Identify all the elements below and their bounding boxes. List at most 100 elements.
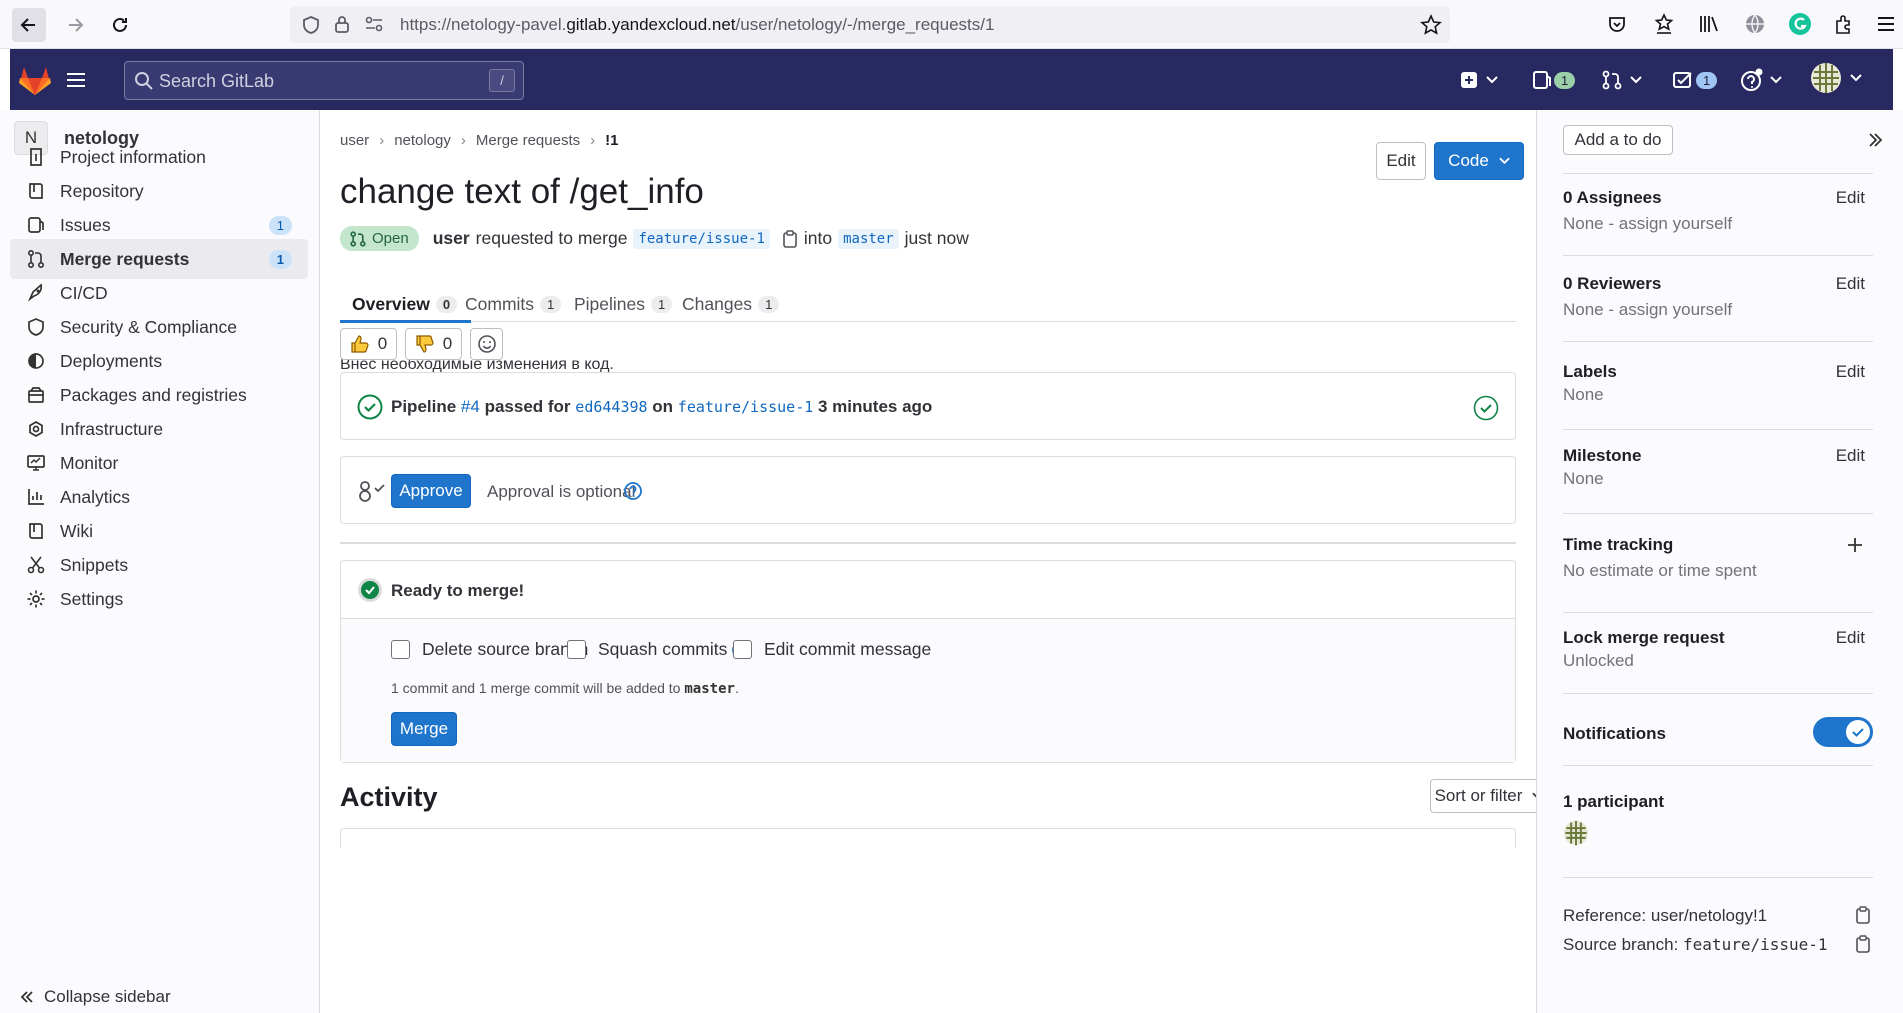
help-dropdown[interactable] (1740, 63, 1782, 97)
assignees-value[interactable]: None - assign yourself (1563, 214, 1873, 234)
lock-edit-button[interactable]: Edit (1836, 628, 1865, 648)
requested-text: requested to merge (475, 228, 628, 248)
reload-button[interactable] (103, 8, 137, 42)
library-icon[interactable] (1698, 14, 1720, 34)
copy-icon[interactable] (1855, 935, 1871, 953)
shield-icon (24, 317, 48, 337)
issues-nav-button[interactable]: 1 (1532, 63, 1576, 97)
check-icon (1846, 720, 1870, 744)
lock-icon (335, 16, 349, 33)
sidebar-item-settings[interactable]: Settings (10, 579, 308, 619)
tab-label: Overview (352, 293, 430, 314)
arrow-left-icon (20, 18, 35, 32)
copy-icon[interactable] (1855, 906, 1871, 924)
edit-button[interactable]: Edit (1376, 142, 1426, 180)
pocket-icon[interactable] (1607, 14, 1627, 34)
merge-button[interactable]: Merge (391, 712, 457, 746)
forward-button[interactable] (58, 8, 92, 42)
assignees-edit-button[interactable]: Edit (1836, 188, 1865, 208)
tab-label: Commits (465, 293, 535, 314)
milestone-edit-button[interactable]: Edit (1836, 446, 1865, 466)
copy-icon[interactable] (782, 229, 798, 248)
checkbox-box[interactable] (733, 640, 752, 659)
user-menu-dropdown[interactable] (1810, 61, 1862, 95)
todos-nav-button[interactable]: 1 (1672, 63, 1718, 97)
labels-edit-button[interactable]: Edit (1836, 362, 1865, 382)
breadcrumb-user[interactable]: user (340, 132, 369, 149)
tab-overview[interactable]: Overview 0 (339, 286, 472, 323)
back-button[interactable] (12, 8, 46, 42)
pipeline-stage-success-icon[interactable] (1473, 395, 1499, 421)
sort-filter-dropdown[interactable]: Sort or filter (1430, 779, 1548, 813)
merge-request-sidebar: Add a to do 0 Assignees None - assign yo… (1536, 110, 1903, 1013)
checkbox-box[interactable] (567, 640, 586, 659)
reference-row: Reference: user/netology!1 (1563, 906, 1873, 926)
chevrons-right-icon[interactable] (1867, 132, 1883, 148)
reviewers-edit-button[interactable]: Edit (1836, 274, 1865, 294)
target-branch-link[interactable]: master (838, 228, 899, 249)
chevron-down-icon (1499, 157, 1510, 165)
tab-pipelines[interactable]: Pipelines 1 (574, 286, 673, 322)
merge-widget-body: Delete source branch Squash commits Edit… (341, 619, 1515, 762)
collapse-sidebar-button[interactable]: Collapse sidebar (20, 987, 171, 1007)
thumbs-up-button[interactable]: 0 (340, 328, 397, 360)
breadcrumb-project[interactable]: netology (394, 132, 451, 149)
star-icon[interactable] (1420, 14, 1442, 36)
question-circle-icon[interactable] (623, 481, 643, 501)
merge-requests-nav-button[interactable] (1602, 63, 1642, 97)
monitor-icon (24, 453, 48, 473)
pipeline-branch-link[interactable]: feature/issue-1 (678, 398, 813, 416)
sidebar-item-label: Snippets (60, 554, 129, 575)
cloud-icon (24, 419, 48, 439)
checkbox-box[interactable] (391, 640, 410, 659)
sidebar-item-label: Packages and registries (60, 384, 247, 405)
globe-icon[interactable] (1744, 13, 1766, 35)
add-todo-button[interactable]: Add a to do (1563, 125, 1673, 155)
merge-request-tabs: Overview 0 Commits 1 Pipelines 1 Changes 1 (339, 256, 1516, 323)
project-sidebar: N netology Project information Repository… (0, 110, 320, 1013)
author-link[interactable]: user (433, 228, 470, 249)
commit-sha-link[interactable]: ed644398 (575, 398, 647, 416)
bookmark-star-icon[interactable] (1654, 13, 1674, 35)
sidebar-item-label: Issues (60, 214, 111, 235)
book-icon (24, 181, 48, 201)
reviewers-block: 0 Reviewers None - assign yourself Edit (1563, 274, 1873, 342)
breadcrumb-separator: › (590, 132, 596, 149)
code-dropdown-button[interactable]: Code (1434, 142, 1524, 180)
gitlab-logo-icon[interactable] (18, 64, 52, 96)
edit-commit-message-checkbox[interactable]: Edit commit message (733, 639, 931, 660)
breadcrumb-merge-requests[interactable]: Merge requests (476, 132, 580, 149)
tab-commits[interactable]: Commits 1 (465, 286, 562, 322)
plus-square-icon (1461, 72, 1477, 88)
tab-changes[interactable]: Changes 1 (682, 286, 780, 322)
squash-commits-checkbox[interactable]: Squash commits (567, 639, 751, 660)
assignees-block: 0 Assignees None - assign yourself Edit (1563, 188, 1873, 256)
arrow-right-icon (69, 18, 84, 32)
approval-widget: Approve Approval is optional (340, 456, 1516, 524)
status-success-icon[interactable] (357, 394, 383, 420)
delete-source-branch-label: Delete source branch (422, 639, 589, 659)
address-bar[interactable]: https://netology-pavel.gitlab.yandexclou… (290, 6, 1450, 43)
labels-title: Labels (1563, 362, 1617, 381)
hamburger-icon[interactable] (66, 71, 86, 89)
add-reaction-button[interactable] (470, 328, 503, 360)
extensions-icon[interactable] (1833, 13, 1855, 35)
pipeline-id-link[interactable]: #4 (461, 397, 480, 416)
menu-icon[interactable] (1876, 15, 1896, 33)
merge-request-icon (1602, 70, 1622, 90)
labels-block: Labels None Edit (1563, 362, 1873, 430)
create-new-dropdown[interactable] (1460, 63, 1498, 97)
tab-label: Changes (682, 293, 753, 314)
search-input[interactable]: Search GitLab / (124, 61, 524, 100)
grammarly-icon[interactable] (1788, 12, 1812, 36)
breadcrumb-current[interactable]: !1 (605, 132, 618, 149)
reviewers-value[interactable]: None - assign yourself (1563, 300, 1873, 320)
notifications-toggle[interactable] (1813, 717, 1873, 747)
delete-source-branch-checkbox[interactable]: Delete source branch (391, 639, 588, 660)
plus-icon[interactable] (1847, 537, 1863, 553)
approval-optional-text: Approval is optional (487, 482, 636, 501)
thumbs-down-button[interactable]: 0 (405, 328, 462, 360)
participant-avatar[interactable] (1563, 820, 1589, 846)
approve-button[interactable]: Approve (391, 474, 471, 508)
source-branch-link[interactable]: feature/issue-1 (633, 228, 770, 249)
